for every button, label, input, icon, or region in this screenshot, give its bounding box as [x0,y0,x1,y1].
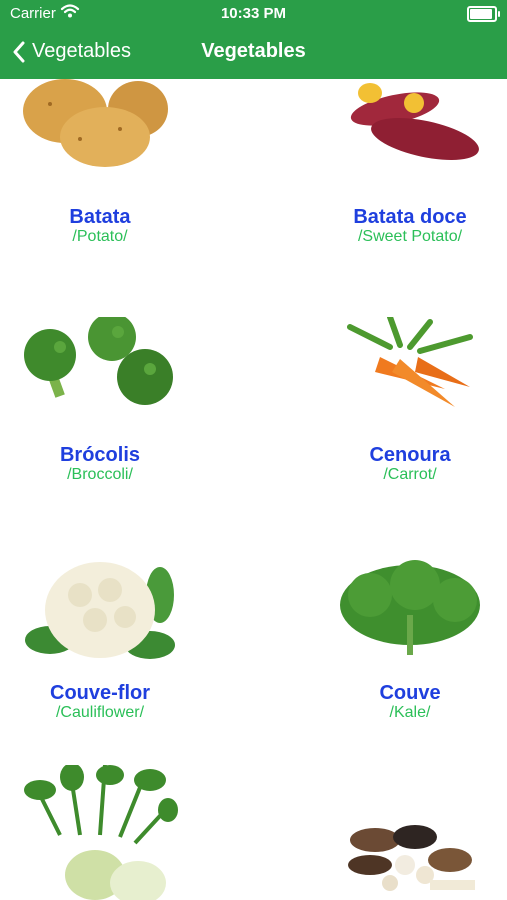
cauliflower-icon [25,562,175,659]
english-name: /Sweet Potato/ [357,228,463,245]
kohlrabi-icon [24,763,178,900]
portuguese-name: Couve [379,682,441,704]
vegetable-item-cauliflower[interactable]: Couve-flor /Cauliflower/ [0,555,200,722]
portuguese-name: Batata doce [353,206,467,228]
vegetable-item-carrot[interactable]: Cenoura /Carrot/ [310,314,507,484]
vegetable-grid[interactable]: Batata /Potato/ Batata doce /Sweet Potat… [0,79,507,900]
page-title: Vegetables [201,40,306,62]
battery-icon [467,6,500,22]
potato-icon [23,79,168,167]
status-time: 10:33 PM [220,5,287,22]
navigation-bar: Vegetables Vegetables [0,28,507,79]
vegetable-item-kohlrabi[interactable] [0,763,200,900]
vegetable-item-potato[interactable]: Batata /Potato/ [0,79,200,246]
mushrooms-icon [348,825,475,891]
header: Carrier 10:33 PM Vegetables Vegetables [0,0,507,79]
vegetable-item-mushrooms[interactable] [310,765,507,900]
english-name: /Broccoli/ [67,466,133,483]
english-name: /Cauliflower/ [55,704,145,721]
status-bar: Carrier 10:33 PM [0,0,507,28]
english-name: /Carrot/ [383,466,437,483]
portuguese-name: Brócolis [59,444,141,466]
english-name: /Potato/ [72,228,128,245]
sweet-potato-icon [350,83,479,160]
portuguese-name: Couve-flor [50,682,150,704]
carrot-icon [347,314,473,407]
portuguese-name: Cenoura [369,444,451,466]
portuguese-name: Batata [69,206,131,228]
english-name: /Kale/ [389,704,431,721]
vegetable-item-broccoli[interactable]: Brócolis /Broccoli/ [0,313,200,484]
broccoli-icon [24,313,173,405]
vegetable-item-sweet-potato[interactable]: Batata doce /Sweet Potato/ [310,79,507,246]
vegetable-item-kale[interactable]: Couve /Kale/ [310,555,507,722]
kale-icon [340,560,480,655]
